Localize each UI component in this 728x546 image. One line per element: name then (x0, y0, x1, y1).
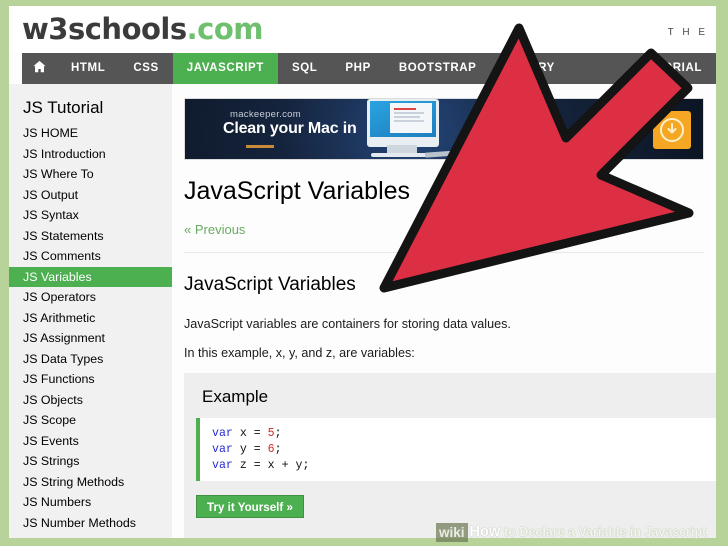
sidebar-item-js-arithmetic[interactable]: JS Arithmetic (9, 308, 172, 329)
site-logo-main: w3schools (22, 12, 187, 46)
code-block: var x = 5; var y = 6; var z = x + y; (196, 418, 716, 481)
sidebar-item-js-functions[interactable]: JS Functions (9, 369, 172, 390)
code-text: x = (232, 427, 268, 440)
watermark-how: How (469, 524, 501, 540)
code-text: z = x + y; (232, 459, 310, 472)
site-tagline: T H E (667, 27, 708, 38)
code-text-end: ; (274, 443, 282, 456)
paragraph-1: JavaScript variables are containers for … (184, 317, 511, 331)
site-logo[interactable]: w3schools.com (22, 12, 263, 46)
sidebar-item-js-number-methods[interactable]: JS Number Methods (9, 513, 172, 534)
sidebar-title: JS Tutorial (23, 98, 104, 117)
watermark-title: to Declare a Variable in Javascript (504, 525, 707, 539)
ad-underline (246, 145, 274, 148)
code-line-3: var z = x + y; (212, 459, 309, 472)
nav-item-php[interactable]: PHP (331, 53, 384, 84)
nav-item-css[interactable]: CSS (119, 53, 172, 84)
sidebar-item-js-assignment[interactable]: JS Assignment (9, 328, 172, 349)
code-number: 6 (267, 443, 275, 456)
site-header: w3schools.com T H E (9, 6, 716, 53)
sidebar-item-js-statements[interactable]: JS Statements (9, 226, 172, 247)
browser-page: w3schools.com T H E TORIAL HTML CSS JAVA… (9, 6, 716, 538)
example-box: Example var x = 5; var y = 6; var z = x … (184, 373, 716, 538)
code-text: y = (232, 443, 268, 456)
sidebar-item-js-output[interactable]: JS Output (9, 185, 172, 206)
previous-link[interactable]: « Previous (184, 222, 245, 237)
nav-item-sql[interactable]: SQL (278, 53, 331, 84)
code-text-end: ; (274, 427, 282, 440)
nav-item-tutorials[interactable]: TORIAL (642, 53, 716, 84)
nav-home-item[interactable] (22, 53, 57, 84)
sidebar-item-js-objects[interactable]: JS Objects (9, 390, 172, 411)
code-keyword: var (212, 443, 233, 456)
site-logo-suffix: .com (186, 12, 264, 46)
sidebar-item-js-data-types[interactable]: JS Data Types (9, 349, 172, 370)
nav-item-bootstrap[interactable]: BOOTSTRAP (385, 53, 491, 84)
top-navigation-bar: TORIAL HTML CSS JAVASCRIPT SQL PHP BOOTS… (22, 53, 716, 84)
ad-download-button[interactable] (653, 111, 691, 149)
sidebar-item-js-comments[interactable]: JS Comments (9, 246, 172, 267)
sidebar-item-js-math[interactable]: JS Math (9, 533, 172, 538)
nav-item-jquery[interactable]: JQUERY (490, 53, 568, 84)
sidebar: JS Tutorial JS HOME JS Introduction JS W… (9, 84, 172, 538)
sidebar-list: JS HOME JS Introduction JS Where To JS O… (9, 123, 172, 538)
advertisement-banner[interactable]: mackeeper.com Clean your Mac in (184, 98, 704, 160)
code-number: 5 (267, 427, 275, 440)
sidebar-item-js-strings[interactable]: JS Strings (9, 451, 172, 472)
monitor-window (390, 103, 432, 133)
sidebar-item-js-operators[interactable]: JS Operators (9, 287, 172, 308)
sidebar-item-js-string-methods[interactable]: JS String Methods (9, 472, 172, 493)
page-title: JavaScript Variables (184, 177, 411, 205)
wikihow-watermark: wiki How to Declare a Variable in Javascri… (436, 521, 706, 543)
sidebar-item-js-syntax[interactable]: JS Syntax (9, 205, 172, 226)
divider (184, 252, 704, 253)
sidebar-item-js-scope[interactable]: JS Scope (9, 410, 172, 431)
section-heading: JavaScript Variables (184, 274, 356, 295)
watermark-wiki: wiki (436, 522, 468, 542)
paragraph-2: In this example, x, y, and z, are variab… (184, 346, 415, 360)
code-keyword: var (212, 427, 233, 440)
sidebar-item-js-events[interactable]: JS Events (9, 431, 172, 452)
sidebar-item-js-where-to[interactable]: JS Where To (9, 164, 172, 185)
ad-brand-label: mackeeper.com (230, 109, 301, 120)
main-content: mackeeper.com Clean your Mac in JavaScri… (172, 84, 716, 538)
sidebar-item-js-numbers[interactable]: JS Numbers (9, 492, 172, 513)
nav-item-javascript[interactable]: JAVASCRIPT (172, 53, 278, 84)
sidebar-item-js-home[interactable]: JS HOME (9, 123, 172, 144)
code-keyword: var (212, 459, 233, 472)
nav-item-html[interactable]: HTML (57, 53, 119, 84)
code-line-1: var x = 5; (212, 427, 282, 440)
ad-headline: Clean your Mac in (223, 120, 357, 137)
home-icon (33, 55, 46, 86)
example-title: Example (202, 387, 269, 406)
download-circle-icon (660, 118, 684, 142)
sidebar-item-js-variables[interactable]: JS Variables (9, 266, 172, 287)
try-it-yourself-button[interactable]: Try it Yourself » (196, 495, 304, 518)
photo-frame: w3schools.com T H E TORIAL HTML CSS JAVA… (0, 0, 728, 546)
code-line-2: var y = 6; (212, 443, 282, 456)
sidebar-item-js-introduction[interactable]: JS Introduction (9, 144, 172, 165)
